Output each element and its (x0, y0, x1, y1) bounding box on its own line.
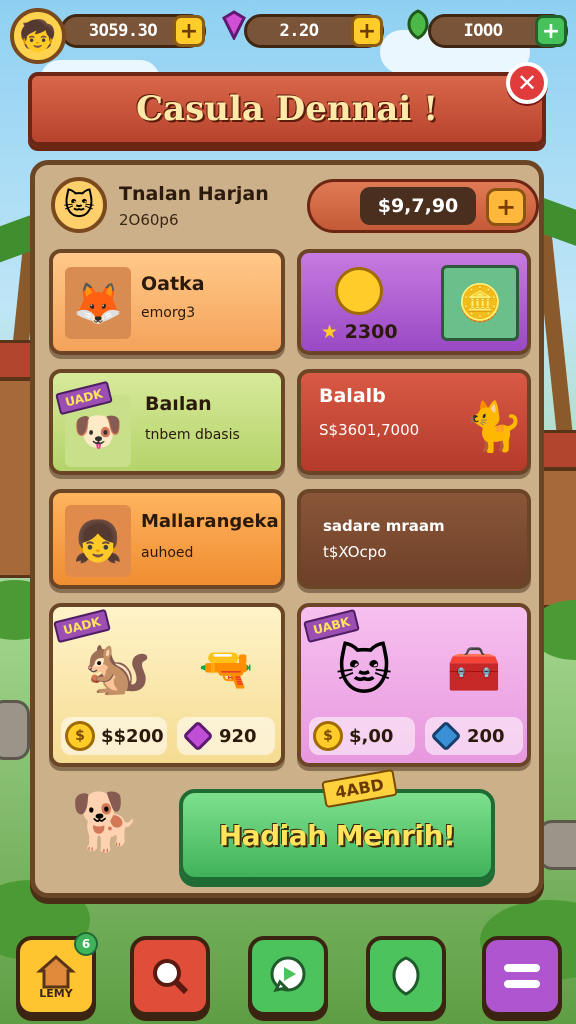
chat-icon (270, 956, 306, 993)
nav-menu-button[interactable] (482, 936, 562, 1016)
fox-portrait-icon: 🦊 (65, 267, 131, 339)
gem-icon (430, 720, 462, 752)
treasure-chest-icon: 🧰 (446, 644, 502, 695)
gem-icon (182, 720, 214, 752)
resource-hud: 🧒 3O59.3O + 2.2O + IOOO + (0, 8, 576, 64)
title-banner: Casula Dennai ! (28, 72, 546, 146)
offer-subtitle: auhoed (141, 545, 194, 561)
player-face-icon: 🧒 (19, 18, 57, 54)
coin-icon: $ (65, 721, 95, 751)
profile-subtitle: 2O60p6 (119, 211, 179, 229)
offer-card-squirrel-bundle[interactable]: UADK 🐿️ 🔫 $ $$200 920 (49, 603, 285, 767)
gems-counter: 2.2O + (244, 14, 384, 48)
profile-name: Tnalan Harjan (119, 183, 269, 205)
offer-price: ★ 2300 (321, 321, 398, 343)
offer-card-locked[interactable]: sadare mraam t$XOcpo (297, 489, 531, 589)
bundle-price-gems: 200 (425, 717, 523, 755)
offer-subtitle: emorg3 (141, 305, 196, 321)
cat-face-icon: 🐱 (63, 187, 95, 223)
claim-reward-button[interactable]: 4ABD Hadiah Menrih! (179, 768, 495, 881)
nav-leaf-button[interactable] (366, 936, 446, 1016)
offer-subtitle: S$3601,7000 (319, 421, 420, 439)
nav-badge: 6 (74, 932, 98, 956)
add-balance-button[interactable]: + (486, 188, 526, 226)
coin-icon: $ (313, 721, 343, 751)
offer-subtitle: t$XOcpo (323, 543, 387, 561)
sun-cat-character-icon: 🐱 (335, 638, 393, 702)
offer-card-gold-bar[interactable]: ★ 2300 🪙 (297, 249, 531, 355)
search-icon (153, 959, 189, 995)
offer-card-mallarangeka[interactable]: 👧 Mallarangeka auhoed (49, 489, 285, 589)
offer-card-cat-bundle[interactable]: UABK 🐱 🧰 $ $,00 200 (297, 603, 531, 767)
blaster-item-icon: 🔫 (198, 644, 254, 695)
gems-value: 2.2O (279, 21, 319, 41)
add-coins-button[interactable]: + (173, 15, 205, 47)
offer-card-oatka[interactable]: 🦊 Oatka emorg3 (49, 249, 285, 355)
offer-title: Oatka (141, 273, 205, 295)
add-leaves-button[interactable]: + (535, 15, 567, 47)
offer-subtitle: tnbem dbasis (145, 427, 240, 443)
close-button[interactable]: ✕ (506, 62, 548, 104)
offer-title: Baılan (145, 393, 212, 415)
page-title: Casula Dennai ! (136, 89, 438, 129)
claim-tag: 4ABD (321, 768, 398, 809)
bundle-price-gems: 920 (177, 717, 275, 755)
gold-bar-chest-icon: 🪙 (441, 265, 519, 341)
claim-label: Hadiah Menrih! (218, 818, 456, 852)
add-gems-button[interactable]: + (351, 15, 383, 47)
nav-home-button[interactable]: 6 LEMY (16, 932, 98, 1016)
puppy-mascot-icon: 🐕 (71, 790, 141, 855)
leaf-icon (392, 956, 420, 996)
squirrel-character-icon: 🐿️ (84, 636, 152, 699)
profile-balance: $9,7,90 + (307, 179, 539, 233)
leaves-counter: IOOO + (428, 14, 568, 48)
offer-card-bailan[interactable]: 🐶 UADK Baılan tnbem dbasis (49, 369, 285, 475)
rewards-panel: 🐱 Tnalan Harjan 2O60p6 $9,7,90 + 🦊 Oatka… (30, 160, 544, 898)
coins-counter: 3O59.3O + (60, 14, 206, 48)
home-icon (36, 954, 76, 988)
offer-title: Balalb (319, 385, 386, 407)
bundle-price-coins: $ $,00 (309, 717, 415, 755)
nav-home-label: LEMY (39, 986, 73, 1000)
balance-value: $9,7,90 (360, 187, 476, 225)
offer-title: Mallarangeka (141, 511, 279, 532)
cat-character-icon: 🐈 (464, 398, 524, 455)
close-icon: ✕ (516, 69, 538, 97)
menu-icon (504, 964, 540, 988)
bundle-price-coins: $ $$200 (61, 717, 167, 755)
girl-portrait-icon: 👧 (65, 505, 131, 577)
nav-search-button[interactable] (130, 936, 210, 1016)
leaves-value: IOOO (463, 21, 503, 41)
nav-chat-button[interactable] (248, 936, 328, 1016)
offer-title: sadare mraam (323, 517, 445, 535)
gold-coin-icon (331, 263, 387, 319)
coins-value: 3O59.3O (88, 21, 158, 41)
profile-header: 🐱 Tnalan Harjan 2O60p6 $9,7,90 + (45, 175, 539, 237)
player-avatar[interactable]: 🧒 (10, 8, 66, 64)
offer-card-balalb[interactable]: Balalb S$3601,7000 🐈 (297, 369, 531, 475)
profile-avatar: 🐱 (51, 177, 107, 233)
